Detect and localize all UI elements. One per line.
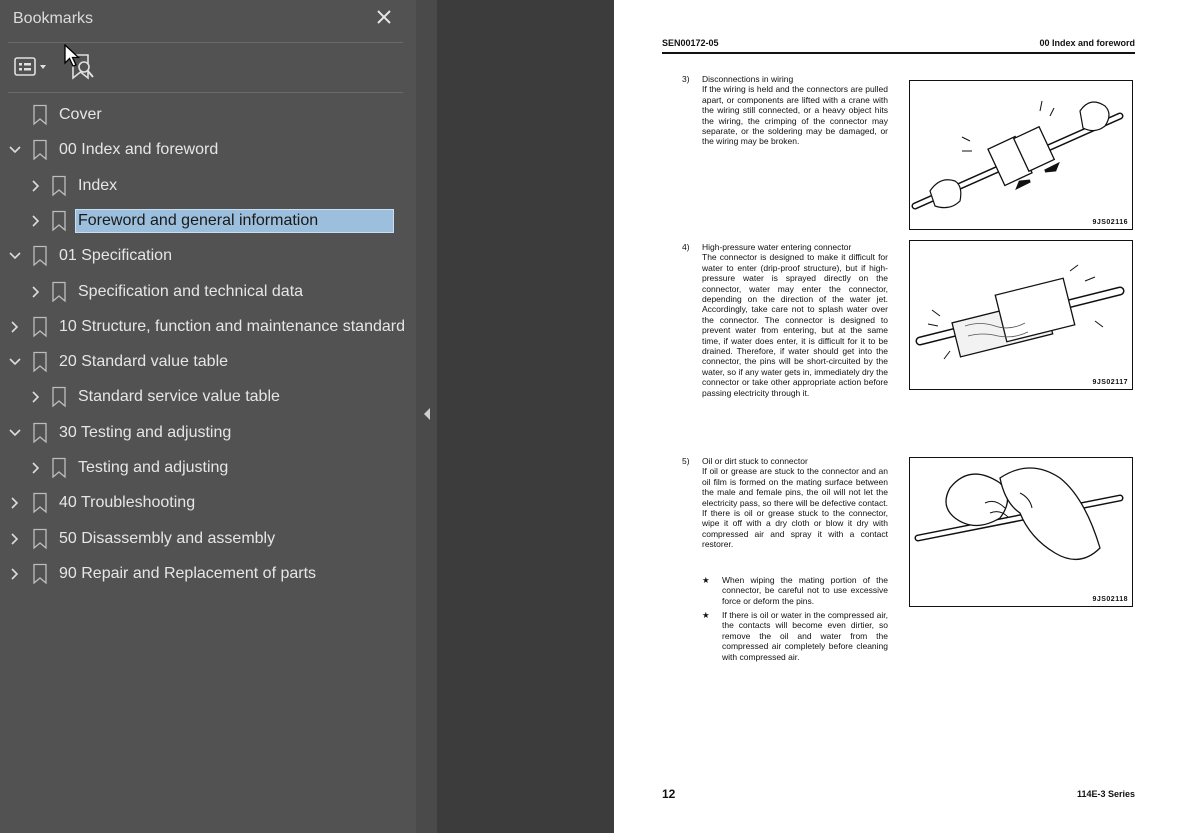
section-title: Oil or dirt stuck to connector: [702, 456, 808, 466]
bookmark-icon: [33, 422, 47, 444]
caution-note: ★ When wiping the mating portion of the …: [702, 575, 888, 606]
page-footer-series: 114E-3 Series: [1076, 789, 1135, 799]
figure-water-connector: 9JS02117: [909, 240, 1133, 390]
panel-title: Bookmarks: [13, 10, 94, 27]
bookmark-icon: [33, 528, 47, 549]
bookmark-label[interactable]: 40 Troubleshooting: [57, 492, 197, 514]
bookmark-label[interactable]: Cover: [57, 104, 104, 126]
bookmark-icon: [33, 563, 47, 585]
section-number: 4): [682, 242, 690, 252]
chevron-right-icon[interactable]: [7, 495, 23, 511]
page-header-code: SEN00172-05: [662, 38, 719, 48]
chevron-down-icon[interactable]: [7, 425, 23, 441]
list-options-icon[interactable]: [13, 55, 53, 79]
section-title: High-pressure water entering connector: [702, 242, 852, 252]
figure-cleaning-connector: 9JS02118: [909, 457, 1133, 607]
chevron-right-icon[interactable]: [7, 566, 23, 582]
figure-code: 9JS02117: [1092, 379, 1128, 386]
bookmark-icon: [33, 351, 47, 373]
bookmark-label[interactable]: Specification and technical data: [76, 281, 305, 303]
chevron-right-icon[interactable]: [28, 389, 44, 405]
bookmark-item[interactable]: Standard service value table: [0, 380, 416, 414]
bookmark-item[interactable]: 01 Specification: [0, 239, 416, 273]
bookmark-icon: [33, 316, 47, 338]
bookmark-icon: [33, 140, 47, 161]
star-icon: ★: [702, 610, 710, 620]
bookmark-item[interactable]: 40 Troubleshooting: [0, 486, 416, 520]
bookmark-label[interactable]: 30 Testing and adjusting: [57, 422, 233, 444]
page-number: 12: [662, 787, 676, 801]
section-body: If the wiring is held and the connectors…: [702, 84, 888, 147]
page-header-title: 00 Index and foreword: [1039, 38, 1135, 48]
chevron-down-icon[interactable]: [7, 354, 23, 370]
bookmark-item[interactable]: Testing and adjusting: [0, 451, 416, 485]
water-illustration: [915, 264, 1125, 360]
figure-code: 9JS02116: [1092, 219, 1128, 226]
document-page: SEN00172-05 00 Index and foreword 3) Dis…: [614, 0, 1200, 833]
bookmark-icon: [52, 457, 66, 479]
bookmark-item[interactable]: 30 Testing and adjusting: [0, 416, 416, 450]
bookmark-icon: [33, 246, 47, 267]
bookmark-label[interactable]: 50 Disassembly and assembly: [57, 528, 277, 550]
bookmark-icon: [52, 175, 66, 196]
chevron-right-icon[interactable]: [28, 460, 44, 476]
bookmark-icon: [52, 210, 66, 232]
divider: [8, 42, 403, 43]
bookmark-label[interactable]: Testing and adjusting: [76, 457, 230, 479]
bookmark-label[interactable]: Standard service value table: [76, 386, 282, 408]
header-rule: [662, 52, 1135, 54]
section-body: If oil or grease are stuck to the connec…: [702, 466, 888, 550]
section-number: 3): [682, 74, 690, 84]
bookmark-label[interactable]: 00 Index and foreword: [57, 139, 220, 161]
note-text: When wiping the mating portion of the co…: [722, 575, 888, 606]
chevron-down-icon[interactable]: [7, 142, 23, 158]
chevron-right-icon[interactable]: [7, 319, 23, 335]
cleaning-illustration: [914, 467, 1124, 560]
bookmark-icon: [33, 493, 47, 514]
bookmark-icon: [33, 104, 47, 126]
bookmark-label[interactable]: Index: [76, 175, 119, 197]
bookmark-item[interactable]: 00 Index and foreword: [0, 133, 416, 167]
bookmark-label[interactable]: Foreword and general information: [75, 208, 394, 233]
figure-disconnected-wiring: 9JS02116: [909, 80, 1133, 230]
bookmark-item[interactable]: 50 Disassembly and assembly: [0, 522, 416, 556]
bookmark-item[interactable]: 20 Standard value table: [0, 345, 416, 379]
bookmark-label[interactable]: 01 Specification: [57, 245, 174, 267]
caret-left-icon[interactable]: [421, 404, 433, 424]
bookmarks-panel: Bookmarks Cover 00 Index and foreword Inde…: [0, 0, 416, 833]
bookmark-icon: [52, 387, 66, 408]
viewer-background: [437, 0, 614, 833]
chevron-right-icon[interactable]: [28, 213, 44, 229]
bookmark-label[interactable]: 20 Standard value table: [57, 351, 230, 373]
bookmark-item[interactable]: Index: [0, 169, 416, 203]
wiring-illustration: [911, 100, 1124, 210]
chevron-right-icon[interactable]: [28, 284, 44, 300]
bookmark-label[interactable]: 10 Structure, function and maintenance s…: [57, 316, 407, 338]
chevron-down-icon[interactable]: [7, 248, 23, 264]
bookmark-item[interactable]: Foreword and general information: [0, 204, 416, 238]
star-icon: ★: [702, 575, 710, 585]
mouse-cursor-icon: [64, 44, 81, 67]
section-number: 5): [682, 456, 690, 466]
note-text: If there is oil or water in the compress…: [722, 610, 888, 662]
chevron-right-icon[interactable]: [28, 178, 44, 194]
figure-code: 9JS02118: [1092, 596, 1128, 603]
chevron-right-icon[interactable]: [7, 531, 23, 547]
caution-note: ★ If there is oil or water in the compre…: [702, 610, 888, 662]
bookmark-item[interactable]: Specification and technical data: [0, 275, 416, 309]
close-icon[interactable]: [372, 6, 396, 30]
divider: [8, 92, 403, 93]
section-body: The connector is designed to make it dif…: [702, 252, 888, 398]
section-title: Disconnections in wiring: [702, 74, 794, 84]
section-text: Disconnections in wiring If the wiring i…: [702, 74, 888, 147]
section-text: High-pressure water entering connector T…: [702, 242, 888, 398]
bookmark-item[interactable]: 90 Repair and Replacement of parts: [0, 557, 416, 591]
bookmark-item[interactable]: 10 Structure, function and maintenance s…: [0, 310, 416, 344]
bookmark-label[interactable]: 90 Repair and Replacement of parts: [57, 563, 318, 585]
bookmark-icon: [52, 281, 66, 302]
section-text: Oil or dirt stuck to connector If oil or…: [702, 456, 888, 550]
bookmark-item[interactable]: Cover: [0, 98, 416, 132]
